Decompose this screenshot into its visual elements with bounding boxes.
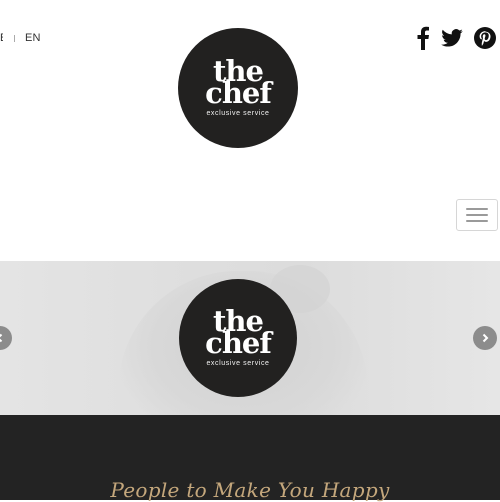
- hamburger-line: [466, 208, 488, 210]
- slider-next-button[interactable]: [473, 326, 497, 350]
- hamburger-line: [466, 214, 488, 216]
- hero-logo-word-chef: chef: [205, 325, 272, 360]
- hamburger-line: [466, 220, 488, 222]
- social-links: [417, 26, 496, 50]
- logo-word-chef: chef: [205, 75, 272, 110]
- section-heading: People to Make You Happy: [110, 478, 390, 502]
- chevron-right-icon: [482, 333, 489, 343]
- pinterest-icon[interactable]: [474, 27, 496, 49]
- hero-logo-tagline: exclusive service: [206, 359, 270, 367]
- language-divider: [14, 34, 15, 42]
- intro-section: People to Make You Happy: [0, 415, 500, 502]
- language-option-en[interactable]: EN: [25, 32, 41, 44]
- logo-tagline: exclusive service: [206, 109, 270, 117]
- hero-logo: the chef exclusive service: [179, 279, 297, 397]
- language-switcher: E EN: [0, 31, 41, 45]
- menu-toggle-button[interactable]: [456, 199, 498, 231]
- language-option-previous[interactable]: E: [0, 33, 3, 44]
- facebook-icon[interactable]: [417, 26, 429, 50]
- site-logo[interactable]: the chef exclusive service: [178, 28, 298, 148]
- twitter-icon[interactable]: [441, 29, 463, 47]
- chevron-left-icon: [0, 333, 3, 343]
